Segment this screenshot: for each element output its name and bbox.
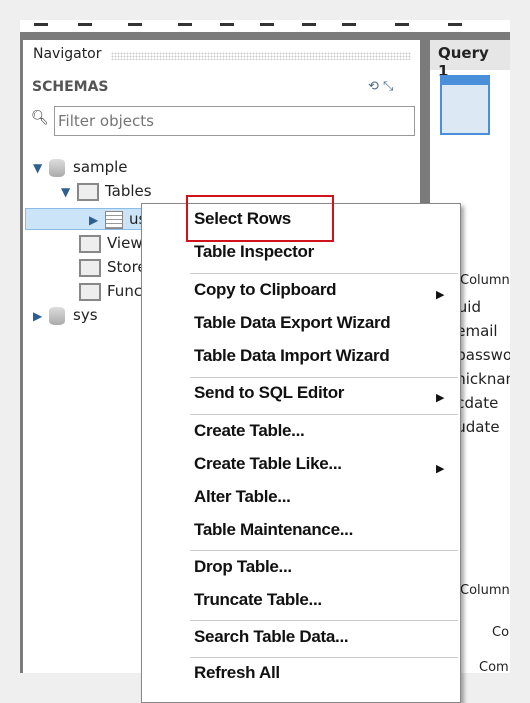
menu-item-create-table-like[interactable]: Create Table Like... [194,454,342,474]
folder-icon [77,182,99,201]
database-icon [49,158,65,177]
menu-item-drop-table[interactable]: Drop Table... [194,557,292,577]
collapsed-icon[interactable]: ▶ [89,209,105,231]
menu-item-import-wizard[interactable]: Table Data Import Wizard [194,346,390,366]
menu-item-table-maintenance[interactable]: Table Maintenance... [194,520,353,540]
toolbar-icon[interactable] [220,20,234,26]
menu-separator [190,550,458,552]
menu-item-search-table-data[interactable]: Search Table Data... [194,627,349,647]
menu-separator [190,377,458,379]
context-menu: Select Rows Table Inspector Copy to Clip… [141,203,461,703]
tab-query-1[interactable]: Query 1 [430,40,510,80]
navigator-title: Navigator [33,46,102,62]
toolbar-icon[interactable] [78,20,92,26]
schemas-label: SCHEMAS [32,79,109,95]
menu-separator [190,620,458,622]
tree-label: sample [73,158,128,176]
table-inspector-icon [440,75,490,135]
menu-item-refresh-all[interactable]: Refresh All [194,663,280,683]
folder-icon [79,258,101,277]
tree-item-tables[interactable]: ▼ Tables [61,180,152,202]
filter-objects-input[interactable] [54,106,415,136]
toolbar-icon[interactable] [128,20,142,26]
column-detail-label: Column [460,583,510,598]
column-header: Column [460,273,510,288]
toolbar-icon[interactable] [448,20,462,26]
refresh-icon[interactable]: ⟲ ⤡ [368,79,393,94]
tree-label: sys [73,306,98,324]
tree-label: Tables [105,182,152,200]
toolbar [20,20,510,32]
search-icon: 🔍︎ [31,110,49,126]
toolbar-icon[interactable] [395,20,409,26]
menu-separator [190,273,458,275]
menu-item-send-to-sql-editor[interactable]: Send to SQL Editor [194,383,344,403]
highlight-box [186,195,334,242]
menu-separator [190,657,458,659]
detail-label: Co [492,625,510,640]
expanded-icon[interactable]: ▼ [33,157,49,179]
tree-item-sample[interactable]: ▼ sample [33,156,128,178]
submenu-arrow-icon: ▶ [436,462,445,475]
toolbar-icon[interactable] [260,20,274,26]
toolbar-icon[interactable] [302,20,316,26]
expanded-icon[interactable]: ▼ [61,181,77,203]
tree-item-views[interactable]: Views [79,232,150,254]
submenu-arrow-icon: ▶ [436,288,445,301]
toolbar-icon[interactable] [178,20,192,26]
menu-separator [190,414,458,416]
menu-item-export-wizard[interactable]: Table Data Export Wizard [194,313,391,333]
panel-grip[interactable] [111,52,411,60]
database-icon [49,306,65,325]
menu-item-alter-table[interactable]: Alter Table... [194,487,291,507]
menu-item-create-table[interactable]: Create Table... [194,421,305,441]
collapsed-icon[interactable]: ▶ [33,305,49,327]
tree-item-sys[interactable]: ▶ sys [33,304,98,326]
toolbar-icon[interactable] [342,20,356,26]
menu-item-copy-to-clipboard[interactable]: Copy to Clipboard [194,280,337,300]
table-icon [105,210,123,229]
folder-icon [79,282,101,301]
menu-item-table-inspector[interactable]: Table Inspector [194,242,314,262]
toolbar-icon[interactable] [34,20,48,26]
submenu-arrow-icon: ▶ [436,391,445,404]
menu-item-truncate-table[interactable]: Truncate Table... [194,590,322,610]
folder-icon [79,234,101,253]
